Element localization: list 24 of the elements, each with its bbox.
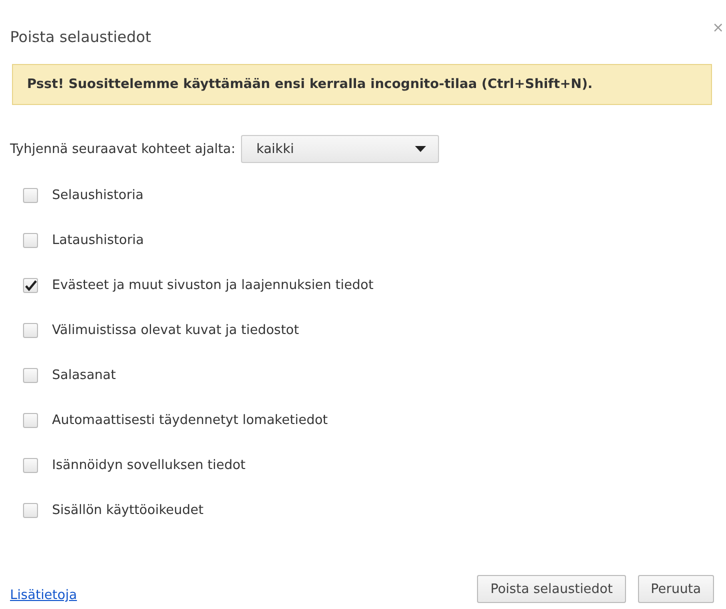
checkbox-label: Lataushistoria	[52, 233, 144, 248]
time-range-label: Tyhjennä seuraavat kohteet ajalta:	[10, 142, 236, 156]
dialog-title: Poista selaustiedot	[10, 28, 152, 46]
checkbox[interactable]	[23, 503, 38, 518]
checkbox-label: Sisällön käyttöoikeudet	[52, 503, 204, 518]
checkbox[interactable]	[23, 278, 38, 293]
clear-data-button[interactable]: Poista selaustiedot	[477, 575, 626, 603]
checkbox[interactable]	[23, 368, 38, 383]
dropdown-arrow-icon	[415, 146, 426, 152]
time-range-dropdown[interactable]: kaikki	[241, 135, 440, 163]
checkbox-label: Välimuistissa olevat kuvat ja tiedostot	[52, 323, 299, 338]
cancel-button[interactable]: Peruuta	[638, 575, 714, 603]
more-info-link[interactable]: Lisätietoja	[10, 588, 77, 603]
notice-banner: Psst! Suosittelemme käyttämään ensi kerralla incognito-tilaa (Ctrl+Shift+N).	[12, 64, 712, 105]
checkbox[interactable]	[23, 233, 38, 248]
checkbox[interactable]	[23, 458, 38, 473]
checkbox-label: Evästeet ja muut sivuston ja laajennuksien tiedot	[52, 278, 374, 293]
checkbox[interactable]	[23, 413, 38, 428]
checkbox-label: Automaattisesti täydennetyt lomaketiedot	[52, 413, 328, 428]
checkbox-label: Selaushistoria	[52, 188, 144, 203]
checkbox-label: Salasanat	[52, 368, 116, 383]
checkbox[interactable]	[23, 188, 38, 203]
checkbox-label: Isännöidyn sovelluksen tiedot	[52, 458, 246, 473]
checkbox[interactable]	[23, 323, 38, 338]
